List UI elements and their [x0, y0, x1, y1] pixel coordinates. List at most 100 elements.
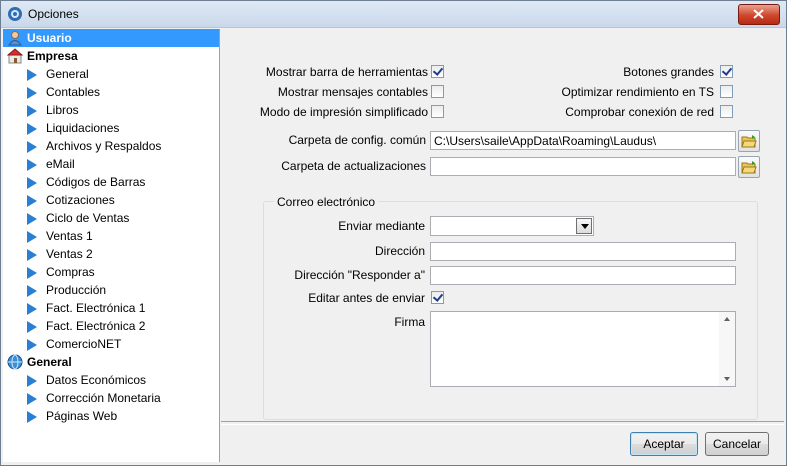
options-window: Opciones Usuario Empresa General Contables L… [0, 0, 787, 466]
tree-item[interactable]: Ventas 2 [3, 245, 219, 263]
tree-group-label: Empresa [27, 49, 78, 63]
tree-item[interactable]: Libros [3, 101, 219, 119]
tree-item-label: Libros [46, 103, 79, 117]
mostrar-mensajes-label: Mostrar mensajes contables [277, 85, 428, 99]
tree-item[interactable]: ComercioNET [3, 335, 219, 353]
arrow-right-icon [27, 87, 37, 99]
tree-item[interactable]: Compras [3, 263, 219, 281]
arrow-right-icon [27, 411, 37, 423]
tree-item[interactable]: Cotizaciones [3, 191, 219, 209]
tree-item[interactable]: Producción [3, 281, 219, 299]
tree-item[interactable]: Datos Económicos [3, 371, 219, 389]
comprobar-red-checkbox[interactable] [720, 105, 733, 118]
tree-item-label: Cotizaciones [46, 193, 115, 207]
arrow-right-icon [27, 339, 37, 351]
folder-open-icon [741, 161, 757, 174]
tree-item-label: Fact. Electrónica 1 [46, 301, 146, 315]
reply-to-label: Dirección "Responder a" [294, 268, 425, 282]
address-field[interactable] [430, 242, 736, 261]
reply-to-field[interactable] [430, 266, 736, 285]
tree-group-empresa[interactable]: Empresa [3, 47, 219, 65]
browse-config-button[interactable] [738, 130, 760, 152]
arrow-right-icon [27, 69, 37, 81]
folder-open-icon [741, 135, 757, 148]
mostrar-barra-label: Mostrar barra de herramientas [265, 65, 428, 79]
tree-item-label: ComercioNET [46, 337, 122, 351]
tree-item-label: Contables [46, 85, 101, 99]
tree-item-usuario[interactable]: Usuario [3, 29, 219, 47]
arrow-right-icon [27, 105, 37, 117]
comprobar-red-label: Comprobar conexión de red [565, 105, 714, 119]
arrow-right-icon [27, 213, 37, 225]
tree-item[interactable]: Ventas 1 [3, 227, 219, 245]
tree-item-label: Corrección Monetaria [46, 391, 161, 405]
arrow-right-icon [27, 321, 37, 333]
tree-item-label: General [46, 67, 89, 81]
tree-group-label: General [27, 355, 72, 369]
chevron-down-icon[interactable] [576, 218, 592, 234]
tree-item-label: Fact. Electrónica 2 [46, 319, 146, 333]
tree-item[interactable]: Corrección Monetaria [3, 389, 219, 407]
title-bar[interactable]: Opciones [1, 1, 786, 28]
options-tree[interactable]: Usuario Empresa General Contables Libros Liqu… [3, 29, 220, 462]
tree-item[interactable]: General [3, 65, 219, 83]
updates-folder-field[interactable] [430, 157, 736, 176]
browse-updates-button[interactable] [738, 156, 760, 178]
signature-field[interactable] [430, 311, 736, 387]
arrow-right-icon [27, 231, 37, 243]
tree-item[interactable]: Fact. Electrónica 1 [3, 299, 219, 317]
arrow-right-icon [27, 285, 37, 297]
arrow-right-icon [27, 249, 37, 261]
arrow-right-icon [27, 177, 37, 189]
accept-button[interactable]: Aceptar [630, 432, 698, 456]
tree-item-label: Datos Económicos [46, 373, 147, 387]
config-folder-field[interactable]: C:\Users\saile\AppData\Roaming\Laudus\ [430, 131, 736, 150]
signature-label: Firma [394, 315, 425, 329]
app-logo-icon [8, 7, 22, 21]
mostrar-barra-checkbox[interactable] [431, 65, 444, 78]
modo-impresion-label: Modo de impresión simplificado [259, 105, 428, 119]
botones-grandes-label: Botones grandes [623, 65, 714, 79]
send-via-select[interactable] [430, 216, 594, 236]
tree-item-label: eMail [46, 157, 75, 171]
edit-before-label: Editar antes de enviar [308, 291, 425, 305]
tree-item[interactable]: Fact. Electrónica 2 [3, 317, 219, 335]
tree-item[interactable]: eMail [3, 155, 219, 173]
tree-item-label: Liquidaciones [46, 121, 120, 135]
tree-item[interactable]: Contables [3, 83, 219, 101]
tree-item-label: Archivos y Respaldos [46, 139, 162, 153]
arrow-right-icon [27, 159, 37, 171]
arrow-right-icon [27, 303, 37, 315]
tree-group-general[interactable]: General [3, 353, 219, 371]
arrow-right-icon [27, 141, 37, 153]
window-title: Opciones [28, 7, 79, 21]
tree-item[interactable]: Archivos y Respaldos [3, 137, 219, 155]
edit-before-checkbox[interactable] [431, 291, 444, 304]
optimizar-ts-checkbox[interactable] [720, 85, 733, 98]
tree-item[interactable]: Páginas Web [3, 407, 219, 425]
updates-folder-label: Carpeta de actualizaciones [281, 159, 426, 173]
mostrar-mensajes-checkbox[interactable] [431, 85, 444, 98]
close-button[interactable] [738, 4, 780, 25]
arrow-right-icon [27, 267, 37, 279]
scroll-up-icon[interactable] [724, 317, 730, 321]
send-via-label: Enviar mediante [338, 219, 425, 233]
botones-grandes-checkbox[interactable] [720, 65, 733, 78]
signature-scrollbar[interactable] [719, 312, 735, 386]
cancel-button[interactable]: Cancelar [705, 432, 769, 456]
user-icon [7, 30, 23, 46]
optimizar-ts-label: Optimizar rendimiento en TS [561, 85, 714, 99]
building-icon [6, 48, 24, 64]
tree-item[interactable]: Códigos de Barras [3, 173, 219, 191]
scroll-down-icon[interactable] [724, 377, 730, 381]
tree-item-label: Páginas Web [46, 409, 118, 423]
address-label: Dirección [374, 244, 425, 258]
tree-item[interactable]: Ciclo de Ventas [3, 209, 219, 227]
tree-item[interactable]: Liquidaciones [3, 119, 219, 137]
tree-item-label: Compras [46, 265, 95, 279]
email-group-title: Correo electrónico [274, 195, 379, 209]
globe-icon [7, 354, 23, 370]
close-icon [753, 9, 764, 19]
modo-impresion-checkbox[interactable] [431, 105, 444, 118]
footer-divider [221, 421, 784, 425]
